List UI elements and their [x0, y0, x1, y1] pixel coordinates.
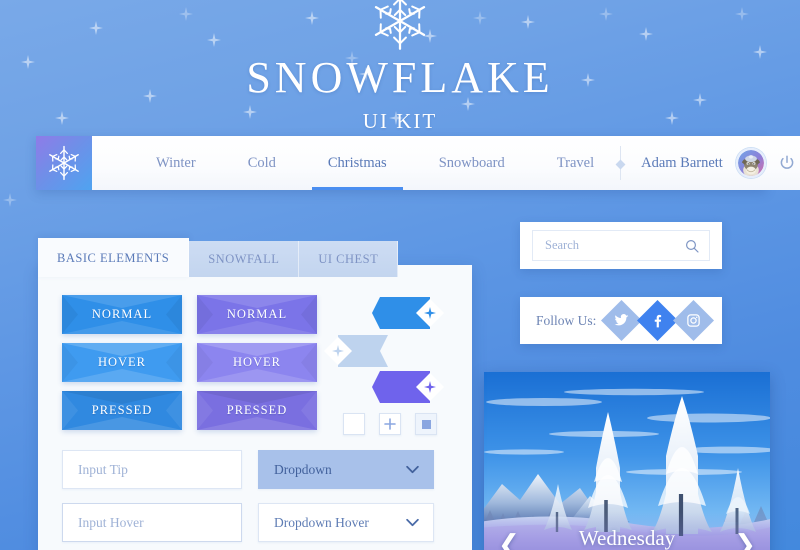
checkbox-showcase: [343, 413, 437, 435]
avatar: [737, 150, 764, 176]
page-subtitle: UI KIT: [362, 109, 438, 133]
power-icon[interactable]: [778, 154, 796, 172]
nav-link-travel[interactable]: Travel: [531, 136, 620, 190]
twitter-icon: [615, 313, 629, 326]
main-navbar: Winter Cold Christmas Snowboard Travel A…: [36, 136, 800, 190]
snowflake-icon: [374, 0, 426, 50]
button-showcase: NORMAL HOVER PRESSED NORMAL HOVER PRESSE…: [62, 295, 317, 439]
input-tip[interactable]: Input Tip: [62, 450, 242, 489]
toggle-showcase: [324, 293, 460, 413]
input-placeholder: Input Tip: [78, 461, 128, 477]
instagram-button[interactable]: [673, 299, 715, 342]
chevron-down-icon: [406, 465, 419, 474]
search-input[interactable]: Search: [532, 230, 710, 261]
facebook-icon: [655, 314, 662, 328]
carousel-caption: Wednesday December 2014: [484, 527, 770, 550]
button-normal-purple[interactable]: NORMAL: [197, 295, 317, 334]
dropdown-default[interactable]: Dropdown: [258, 450, 434, 489]
checkbox-cross[interactable]: [379, 413, 401, 435]
tab-label: UI CHEST: [318, 252, 379, 266]
tab-label: SNOWFALL: [208, 252, 280, 266]
follow-label: Follow Us:: [536, 312, 597, 328]
selected-square-icon: [421, 419, 431, 429]
toggle-switch-icon: [372, 297, 444, 329]
user-avatar[interactable]: [735, 148, 766, 178]
button-label: NORMAL: [91, 307, 153, 321]
nav-divider: [620, 146, 622, 180]
page-header: SNOWFLAKE UI KIT: [0, 0, 800, 134]
dropdown-label: Dropdown: [274, 461, 332, 477]
checkbox-selected[interactable]: [415, 413, 437, 435]
follow-us-widget: Follow Us:: [520, 297, 722, 344]
input-placeholder: Input Hover: [78, 514, 144, 530]
nav-link-label: Cold: [247, 154, 276, 171]
tab-snowfall[interactable]: SNOWFALL: [189, 241, 300, 277]
nav-user-area: Adam Barnett: [620, 136, 800, 190]
button-label: NORMAL: [226, 307, 288, 321]
toggle-switch-icon: [324, 335, 388, 367]
tab-ui-chest[interactable]: UI CHEST: [299, 241, 399, 277]
button-label: HOVER: [97, 355, 147, 369]
panel-tabs: BASIC ELEMENTS SNOWFALL UI CHEST: [38, 238, 399, 277]
button-pressed-blue[interactable]: PRESSED: [62, 391, 182, 430]
search-placeholder: Search: [545, 238, 580, 252]
nav-link-label: Travel: [556, 154, 595, 171]
button-hover-purple[interactable]: HOVER: [197, 343, 317, 382]
dropdown-hover[interactable]: Dropdown Hover: [258, 503, 434, 542]
plus-icon: [384, 418, 396, 430]
page-title: SNOWFLAKE: [246, 53, 554, 102]
navbar-body: Winter Cold Christmas Snowboard Travel A…: [92, 136, 800, 190]
tab-basic-elements[interactable]: BASIC ELEMENTS: [38, 238, 190, 277]
elements-panel: NORMAL HOVER PRESSED NORMAL HOVER PRESSE…: [38, 265, 472, 550]
tab-label: BASIC ELEMENTS: [57, 251, 170, 265]
user-name[interactable]: Adam Barnett: [625, 155, 736, 172]
nav-link-cold[interactable]: Cold: [222, 136, 302, 190]
dropdown-label: Dropdown Hover: [274, 514, 369, 530]
winter-photo: [484, 372, 770, 550]
toggle-switch-icon: [372, 371, 444, 403]
button-label: HOVER: [232, 355, 282, 369]
search-icon[interactable]: [684, 238, 700, 254]
nav-link-label: Christmas: [327, 154, 387, 171]
nav-link-label: Winter: [156, 154, 196, 171]
nav-link-christmas[interactable]: Christmas: [302, 136, 413, 190]
nav-link-snowboard[interactable]: Snowboard: [413, 136, 531, 190]
carousel-prev-button[interactable]: ❮: [498, 532, 520, 550]
chevron-down-icon: [406, 518, 419, 527]
photo-carousel: Wednesday December 2014 ❮ ❯: [484, 372, 770, 550]
button-label: PRESSED: [91, 403, 153, 417]
snowflake-logo-icon: [49, 145, 79, 181]
checkbox-empty[interactable]: [343, 413, 365, 435]
input-hover[interactable]: Input Hover: [62, 503, 242, 542]
nav-link-winter[interactable]: Winter: [130, 136, 222, 190]
button-pressed-purple[interactable]: PRESSED: [197, 391, 317, 430]
button-normal-blue[interactable]: NORMAL: [62, 295, 182, 334]
button-label: PRESSED: [226, 403, 288, 417]
nav-links: Winter Cold Christmas Snowboard Travel: [92, 136, 620, 190]
form-fields: Input Tip Dropdown Input Hover Dropdown …: [62, 450, 434, 550]
carousel-day: Wednesday: [578, 525, 676, 550]
toggle-purple-on[interactable]: [372, 367, 450, 412]
button-hover-blue[interactable]: HOVER: [62, 343, 182, 382]
search-widget: Search: [520, 222, 722, 269]
carousel-next-button[interactable]: ❯: [734, 532, 756, 550]
instagram-icon: [687, 314, 701, 327]
brand-logo[interactable]: [36, 136, 92, 190]
nav-link-label: Snowboard: [438, 154, 505, 171]
